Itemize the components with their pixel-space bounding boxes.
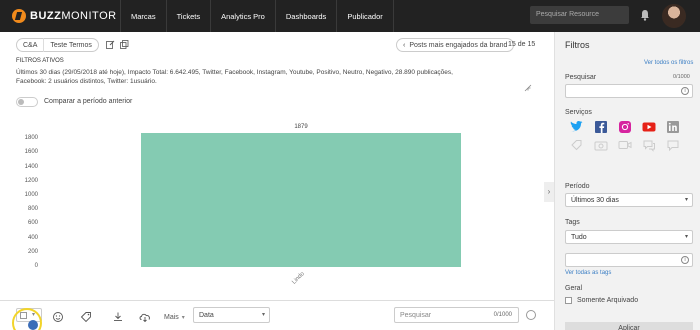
chat-icon[interactable] [665, 138, 681, 152]
nav-publicador[interactable]: Publicador [336, 0, 394, 32]
apply-button[interactable]: Aplicar [565, 322, 693, 330]
more-menu[interactable]: Mais ▾ [164, 311, 185, 323]
search-label: Pesquisar [565, 74, 597, 81]
bottom-search-input[interactable]: Pesquisar 0/1000 [394, 307, 519, 323]
report-select-label: Posts mais engajados da brand [409, 41, 508, 49]
nav-marcas[interactable]: Marcas [120, 0, 166, 32]
bottom-search-placeholder: Pesquisar [400, 312, 432, 319]
instagram-icon[interactable] [617, 120, 633, 134]
bar-chart: 0 200 400 600 800 1000 1200 1400 1600 1800 1879 Lin… [0, 116, 554, 296]
linkedin-icon[interactable] [665, 120, 681, 134]
see-all-tags-link[interactable]: Ver todas as tags [565, 270, 611, 276]
sort-select[interactable]: Data ▾ [193, 307, 270, 323]
download-icon[interactable] [112, 311, 124, 323]
compare-label: Comparar a período anterior [44, 98, 133, 105]
bottom-search-counter: 0/1000 [493, 312, 512, 318]
y-tick-label: 1800 [24, 135, 38, 142]
tags-select[interactable]: Tudo ▾ [565, 230, 693, 244]
more-label: Mais [164, 313, 179, 321]
chevron-down-icon: ▾ [261, 312, 265, 318]
camera-icon[interactable] [593, 138, 609, 152]
brand-chip[interactable]: C&A Teste Termos [16, 38, 99, 52]
chevron-down-icon: ▾ [684, 197, 688, 203]
y-tick-label: 0 [34, 263, 38, 269]
avatar[interactable] [662, 4, 686, 28]
tags-label: Tags [565, 219, 580, 226]
sentiment-icon[interactable] [52, 311, 64, 323]
chevron-left-icon: ‹ [403, 41, 406, 49]
help-chat-icon[interactable] [28, 320, 38, 330]
chip-term[interactable]: Teste Termos [44, 42, 98, 49]
sidebar-search-input[interactable]: i [565, 84, 693, 98]
brand-light: MONITOR [61, 10, 117, 22]
nav-analytics-pro[interactable]: Analytics Pro [210, 0, 275, 32]
x-tick-label: Lindo [291, 271, 306, 286]
services-label: Serviços [565, 109, 592, 116]
brand-logo[interactable]: BUZZMONITOR [12, 0, 120, 32]
period-label: Período [565, 183, 590, 190]
period-value: Últimos 30 dias [571, 197, 619, 204]
nav-tickets[interactable]: Tickets [165, 0, 210, 32]
y-tick-label: 1000 [24, 191, 38, 198]
main-panel: C&A Teste Termos ‹ Posts mais engajados … [0, 32, 554, 330]
archived-only-label: Somente Arquivado [577, 297, 639, 304]
y-tick-label: 1400 [24, 163, 38, 170]
see-all-filters-link[interactable]: Ver todos os filtros [644, 60, 693, 66]
y-tick-label: 1200 [24, 177, 38, 184]
bell-icon[interactable] [640, 9, 650, 21]
clear-search-icon[interactable] [526, 310, 536, 320]
active-filters-text: Últimos 30 dias (29/05/2018 até hoje), I… [16, 69, 453, 85]
y-tick-label: 800 [27, 206, 38, 213]
top-navbar: BUZZMONITOR Marcas Tickets Analytics Pro… [0, 0, 700, 32]
y-tick-label: 1600 [24, 149, 38, 156]
info-icon: i [681, 256, 689, 264]
collapse-icon[interactable] [524, 84, 532, 92]
global-search-input[interactable]: Pesquisar Resource [530, 6, 629, 24]
archived-only-checkbox[interactable] [565, 297, 572, 304]
video-icon[interactable] [617, 138, 633, 152]
sidebar-title: Filtros [565, 40, 590, 50]
nav-dashboards[interactable]: Dashboards [274, 0, 336, 32]
tags-search-input[interactable]: i [565, 253, 693, 267]
y-tick-label: 200 [27, 248, 38, 255]
chevron-down-icon: ▾ [684, 234, 688, 240]
logo-icon [12, 9, 26, 23]
tag-icon[interactable] [80, 311, 92, 323]
info-icon: i [681, 87, 689, 95]
brand-bold: BUZZ [30, 10, 62, 22]
filters-sidebar: Filtros Ver todos os filtros Pesquisar 0… [554, 32, 700, 330]
report-select[interactable]: ‹ Posts mais engajados da brand [396, 38, 515, 52]
facebook-icon[interactable] [593, 120, 609, 134]
expand-sidebar-arrow[interactable]: › [544, 182, 554, 202]
cloud-download-icon[interactable] [138, 311, 152, 323]
chip-brand[interactable]: C&A [17, 42, 43, 49]
sort-select-value: Data [199, 312, 214, 319]
chevron-down-icon: ▾ [181, 314, 185, 321]
search-counter: 0/1000 [673, 74, 690, 80]
tags-value: Tudo [571, 234, 587, 241]
period-select[interactable]: Últimos 30 dias ▾ [565, 193, 693, 207]
bar-data-label: 1879 [294, 124, 308, 131]
page-count: 15 de 15 [508, 41, 536, 48]
bar-lindo[interactable] [140, 133, 462, 267]
main-nav: Marcas Tickets Analytics Pro Dashboards … [120, 0, 394, 32]
comments-icon[interactable] [641, 138, 657, 152]
compare-toggle[interactable] [16, 97, 38, 107]
tag-source-icon[interactable] [569, 138, 585, 152]
copy-icon[interactable] [120, 40, 129, 49]
youtube-icon[interactable] [641, 120, 657, 134]
y-tick-label: 400 [27, 234, 38, 241]
general-label: Geral [565, 285, 583, 292]
twitter-icon[interactable] [569, 120, 585, 134]
filters-title: FILTROS ATIVOS [16, 58, 64, 64]
y-tick-label: 600 [27, 220, 38, 227]
edit-icon[interactable] [106, 40, 115, 49]
